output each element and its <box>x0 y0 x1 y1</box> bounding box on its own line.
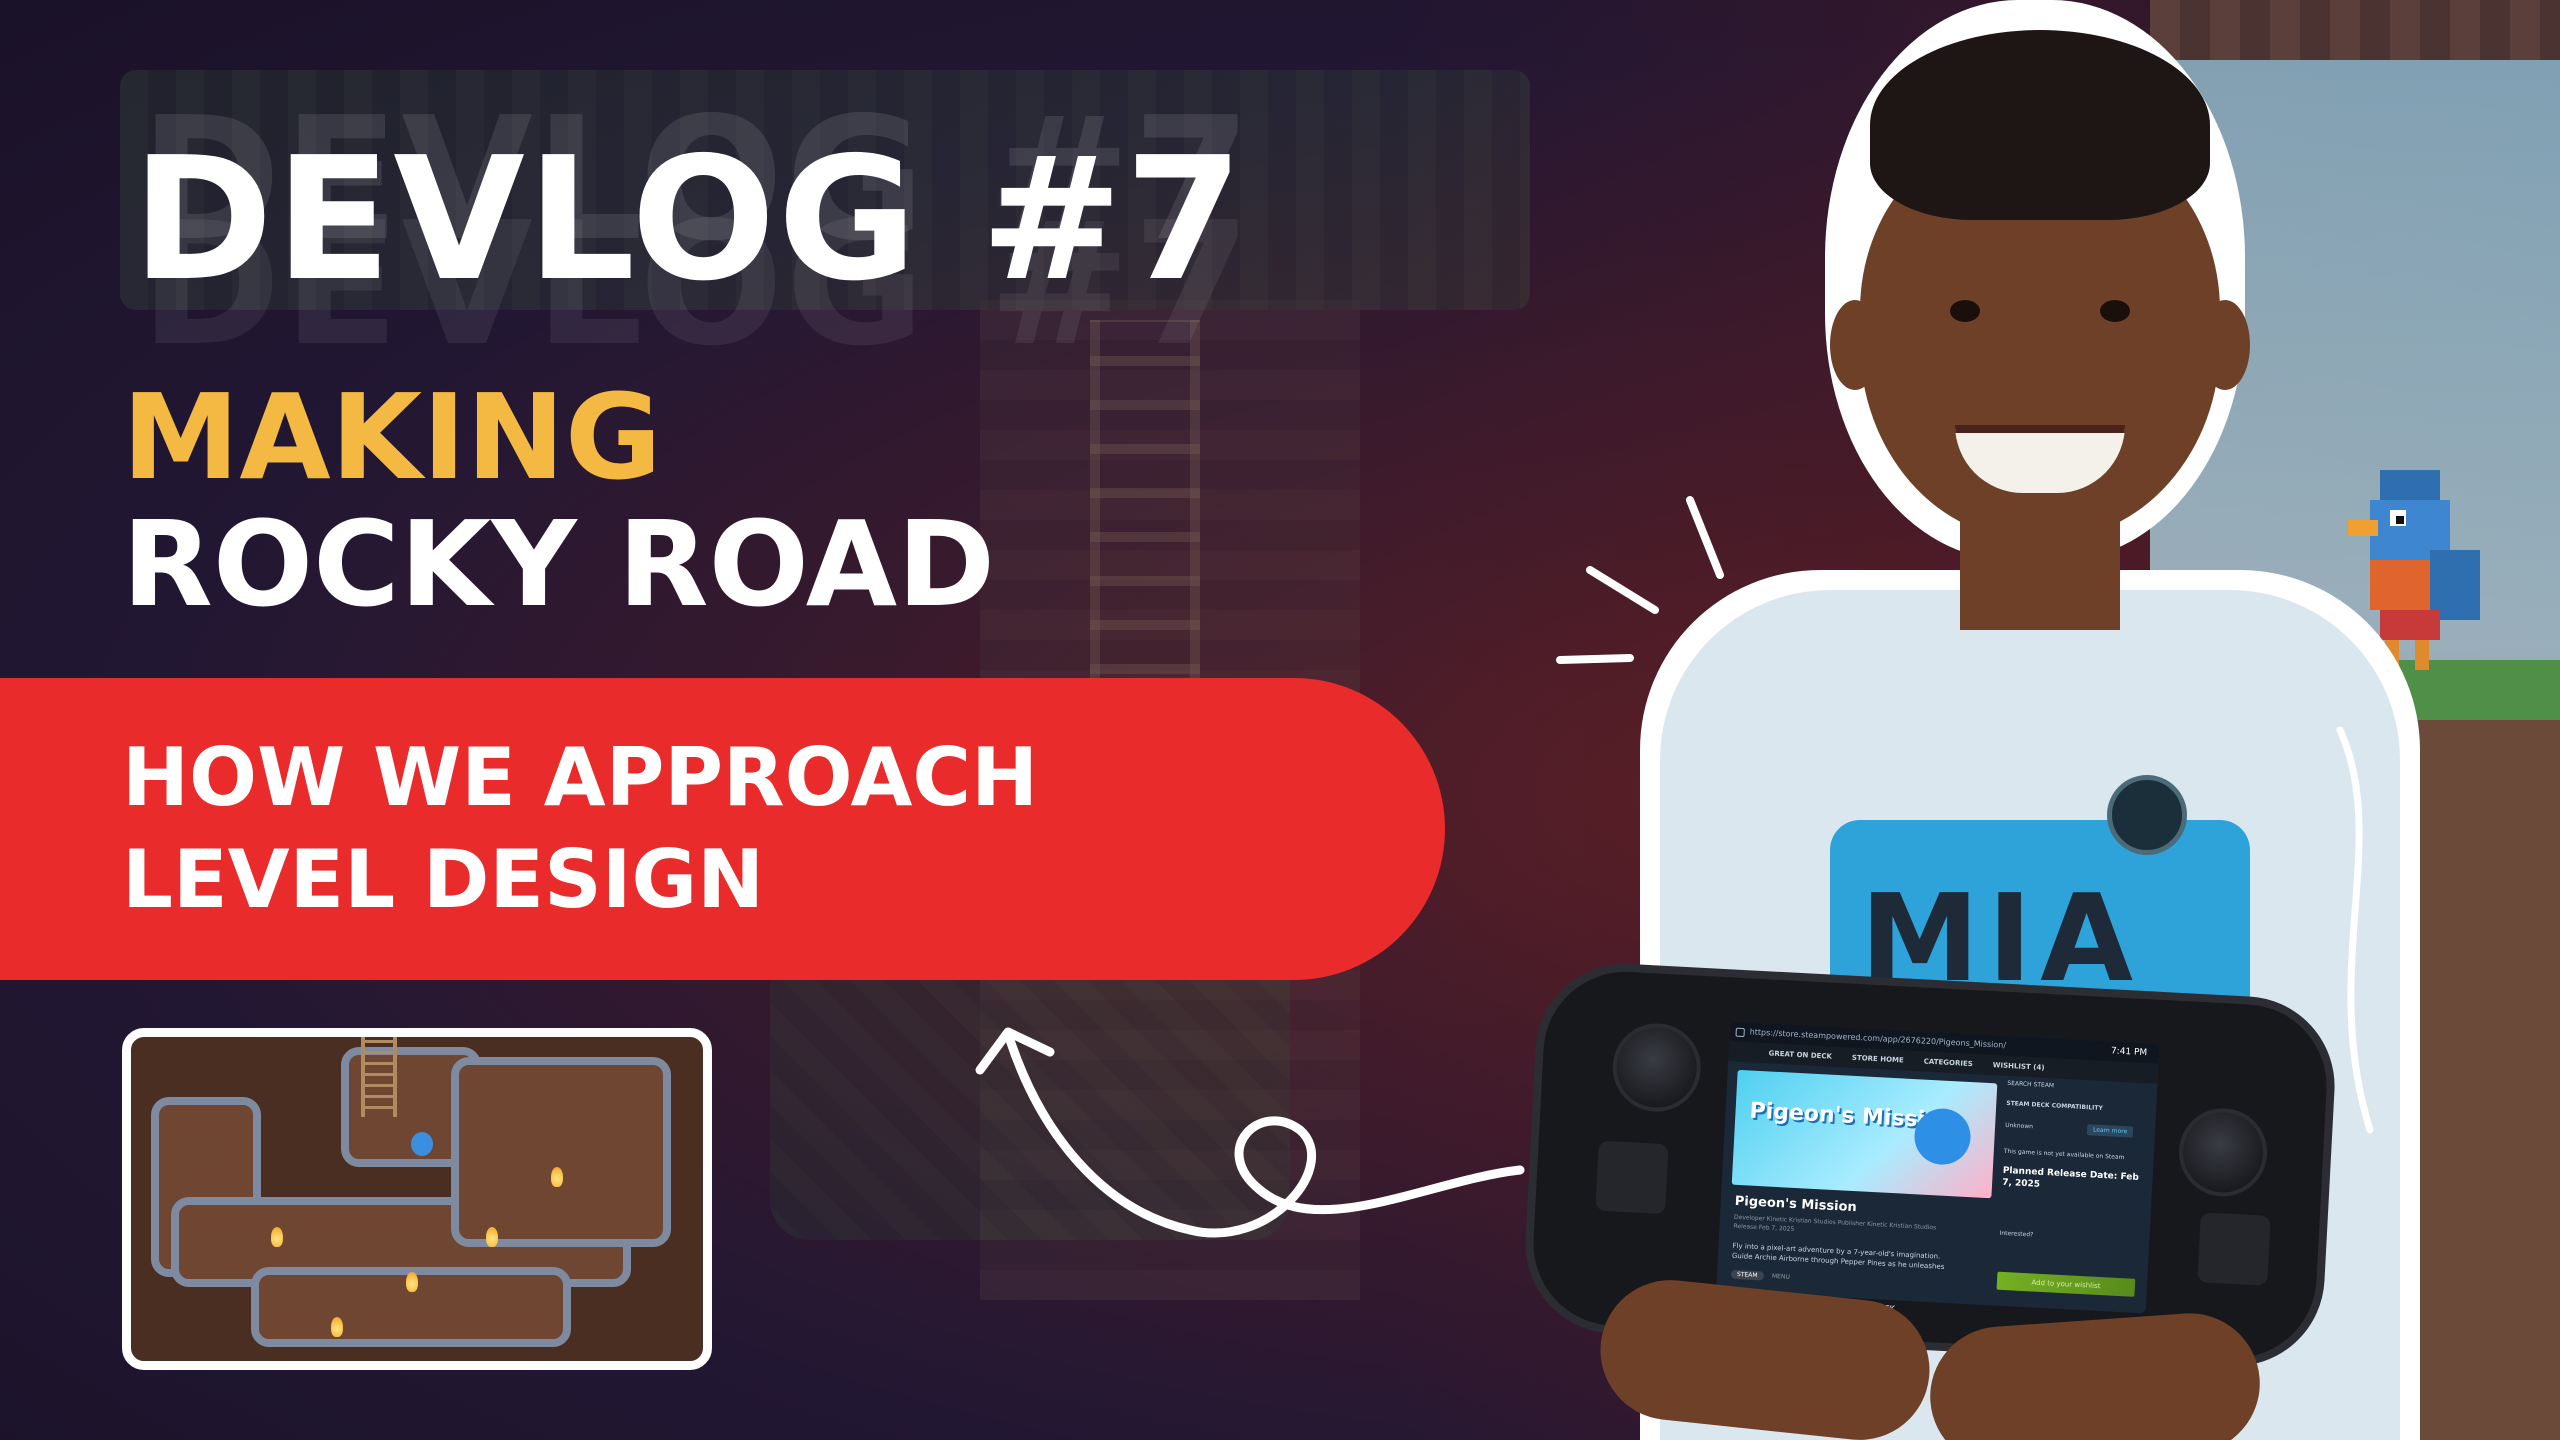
store-side-panel: SEARCH STEAM STEAM DECK COMPATIBILITY Un… <box>1996 1080 2149 1307</box>
face-buttons <box>2197 1212 2271 1286</box>
torch-icon <box>271 1227 283 1247</box>
release-line: Release Feb 7, 2025 <box>1733 1222 1795 1233</box>
devlog-title: DEVLOG #7 <box>132 121 1246 319</box>
torch-icon <box>486 1227 498 1247</box>
left-thumbstick <box>1610 1021 1703 1114</box>
menu-label: MENU <box>1771 1272 1790 1281</box>
mini-ladder <box>361 1037 397 1117</box>
pin-badge <box>2107 775 2187 855</box>
nav-wishlist[interactable]: WISHLIST (4) <box>1992 1055 2045 1078</box>
nav-great-on-deck[interactable]: GREAT ON DECK <box>1768 1043 1832 1066</box>
right-thumbstick <box>2176 1106 2270 1199</box>
availability-note: This game is not yet available on Steam <box>2003 1147 2125 1162</box>
subtitle-highlight: MAKING <box>122 368 662 506</box>
search-steam[interactable]: SEARCH STEAM <box>2007 1080 2054 1089</box>
deck-compatibility-label: STEAM DECK COMPATIBILITY <box>2006 1099 2103 1112</box>
cave-chamber <box>451 1057 671 1247</box>
steam-button-badge: STEAM <box>1730 1269 1764 1281</box>
dpad <box>1595 1140 1669 1215</box>
level-preview-image <box>122 1028 712 1370</box>
curved-arrow-icon <box>975 1027 1525 1238</box>
hair <box>1870 30 2210 220</box>
torch-icon <box>551 1167 563 1187</box>
nav-store-home[interactable]: STORE HOME <box>1851 1048 1904 1071</box>
add-to-wishlist-button[interactable]: Add to your wishlist <box>1996 1271 2136 1297</box>
interested-label: Interested? <box>1999 1229 2034 1239</box>
motion-line-icon <box>2336 726 2374 1134</box>
thumbnail-canvas: DEVLOG #7 DEVLOG #7 DEVLOG #7 MAKING ROC… <box>0 0 2560 1440</box>
banner-text-line-2: LEVEL DESIGN <box>122 833 765 926</box>
mini-bird-character <box>411 1132 433 1156</box>
topic-banner <box>0 678 1445 980</box>
clock: 7:41 PM <box>2110 1046 2148 1059</box>
capsule-bird-art <box>1913 1107 1972 1167</box>
planned-release-date: 7, 2025 <box>2001 1177 2041 1190</box>
compatibility-status: Unknown <box>2004 1121 2034 1131</box>
left-eye <box>1950 300 1980 322</box>
right-eye <box>2100 300 2130 322</box>
lock-icon <box>1735 1027 1745 1038</box>
nav-categories[interactable]: CATEGORIES <box>1923 1052 1973 1075</box>
torch-icon <box>406 1272 418 1292</box>
torch-icon <box>331 1317 343 1337</box>
game-name: Pigeon's Mission <box>1734 1193 1858 1216</box>
learn-more-button[interactable]: Learn more <box>2086 1124 2134 1138</box>
console-screen: https://store.steampowered.com/app/26762… <box>1716 1021 2160 1314</box>
subtitle-game-name: ROCKY ROAD <box>122 495 996 633</box>
banner-text-line-1: HOW WE APPROACH <box>122 731 1039 824</box>
game-capsule-image: Pigeon's Mission <box>1731 1069 1998 1199</box>
